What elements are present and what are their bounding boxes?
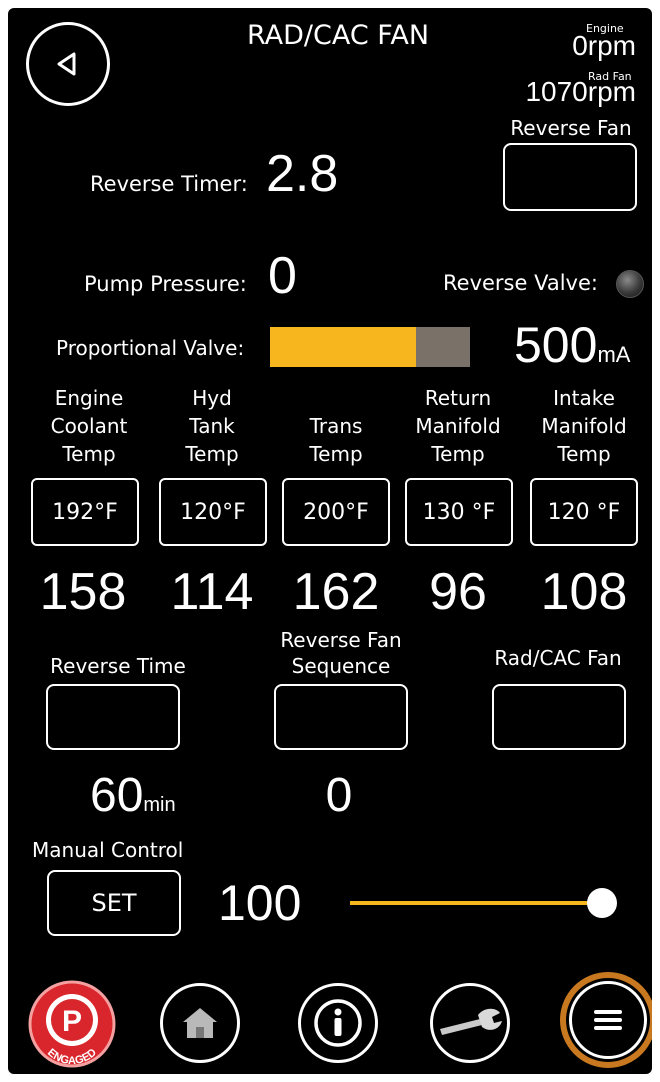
proportional-valve-label: Proportional Valve:: [56, 336, 245, 360]
temp-setpoint-box[interactable]: 200°F: [282, 478, 390, 546]
screen: RAD/CAC FAN Engine 0rpm Rad Fan 1070rpm …: [8, 8, 652, 1074]
pump-pressure-value: 0: [268, 247, 297, 305]
set-button[interactable]: SET: [47, 870, 181, 936]
home-button[interactable]: [160, 983, 240, 1063]
proportional-valve-bar: [270, 327, 470, 367]
manual-control-value: 100: [218, 875, 302, 931]
reverse-fan-label: Reverse Fan: [510, 116, 632, 140]
temp-setpoint-box[interactable]: 130 °F: [405, 478, 513, 546]
radfan-rpm-value: 1070rpm: [525, 76, 636, 108]
proportional-valve-number: 500: [514, 317, 598, 373]
parking-p-text: P: [62, 1005, 82, 1038]
proportional-valve-value: 500mA: [514, 316, 630, 374]
temp-label-line2: Coolant: [50, 414, 128, 438]
temp-column-intake-manifold: Intake Manifold Temp 120 °F 108: [524, 384, 644, 621]
temp-value: 114: [170, 563, 254, 621]
reverse-timer-label: Reverse Timer:: [90, 172, 248, 196]
temp-label-line3: Temp: [185, 442, 239, 466]
temp-setpoint-box[interactable]: 192°F: [31, 478, 139, 546]
temp-setpoint-box[interactable]: 120°F: [159, 478, 267, 546]
temp-label-line1: Hyd: [192, 386, 232, 410]
back-button[interactable]: [26, 22, 110, 106]
reverse-fan-sequence-label-2: Sequence: [291, 654, 391, 678]
reverse-time-number: 60: [90, 769, 144, 822]
info-button[interactable]: [298, 983, 378, 1063]
engine-rpm-unit: rpm: [587, 30, 636, 61]
temp-value: 162: [292, 563, 380, 621]
temp-setpoint-box[interactable]: 120 °F: [530, 478, 638, 546]
menu-button[interactable]: [560, 972, 652, 1068]
reverse-fan-sequence-label-1: Reverse Fan: [280, 628, 402, 652]
reverse-time-label: Reverse Time: [50, 654, 186, 678]
temp-column-engine-coolant: Engine Coolant Temp 192°F 158: [28, 384, 150, 621]
slider-knob[interactable]: [587, 888, 617, 918]
settings-wrench-button[interactable]: [430, 983, 510, 1063]
reverse-time-unit: min: [143, 794, 176, 816]
temp-label-line3: Temp: [431, 442, 485, 466]
pump-pressure-label: Pump Pressure:: [84, 272, 247, 296]
temp-label-line2: Tank: [189, 414, 235, 438]
set-button-label: SET: [91, 889, 137, 917]
reverse-fan-sequence-value: 0: [325, 769, 353, 822]
temp-column-trans: Trans Temp 200°F 162: [278, 384, 394, 621]
temp-label-line3: Temp: [309, 442, 363, 466]
reverse-time-value: 60min: [90, 768, 176, 823]
hamburger-menu-icon: [594, 1010, 622, 1030]
reverse-fan-sequence-button[interactable]: [274, 684, 408, 750]
engine-rpm-number: 0: [572, 30, 588, 61]
temp-label-line1: Engine: [54, 386, 124, 410]
rad-cac-fan-label: Rad/CAC Fan: [494, 646, 622, 670]
temp-value: 96: [429, 563, 487, 621]
temp-label-line2: Trans: [309, 414, 363, 438]
wrench-icon: [440, 1008, 502, 1035]
temp-label-line3: Temp: [62, 442, 116, 466]
temp-label-line3: Temp: [557, 442, 611, 466]
temp-column-return-manifold: Return Manifold Temp 130 °F 96: [400, 384, 516, 621]
manual-control-slider[interactable]: [350, 886, 617, 920]
back-triangle-icon: [57, 52, 76, 76]
parking-brake-icon: P ENGAGED: [28, 980, 116, 1068]
reverse-valve-indicator: [616, 270, 644, 298]
temp-column-hyd-tank: Hyd Tank Temp 120°F 114: [154, 384, 270, 621]
temp-value: 108: [540, 563, 628, 621]
temp-value: 158: [39, 563, 127, 621]
temp-label-line1: Intake: [553, 386, 615, 410]
info-icon: [314, 999, 362, 1047]
engine-rpm-value: 0rpm: [572, 30, 636, 62]
radfan-rpm-number: 1070: [525, 76, 588, 107]
reverse-fan-button[interactable]: [503, 143, 637, 211]
temp-label-line2: Manifold: [541, 414, 627, 438]
proportional-valve-unit: mA: [597, 342, 631, 367]
home-icon: [183, 1008, 217, 1038]
page-title: RAD/CAC FAN: [246, 20, 430, 51]
proportional-valve-fill: [270, 327, 416, 367]
temp-label-line1: Return: [424, 386, 492, 410]
reverse-time-button[interactable]: [46, 684, 180, 750]
temp-label-line2: Manifold: [415, 414, 501, 438]
reverse-timer-value: 2.8: [266, 145, 339, 203]
rad-cac-fan-button[interactable]: [492, 684, 626, 750]
manual-control-label: Manual Control: [32, 838, 184, 862]
radfan-rpm-unit: rpm: [587, 76, 636, 107]
reverse-valve-label: Reverse Valve:: [443, 271, 598, 295]
parking-brake-engaged-button[interactable]: P ENGAGED: [20, 978, 120, 1068]
menu-button-inner: [569, 981, 647, 1059]
slider-track: [350, 901, 600, 905]
